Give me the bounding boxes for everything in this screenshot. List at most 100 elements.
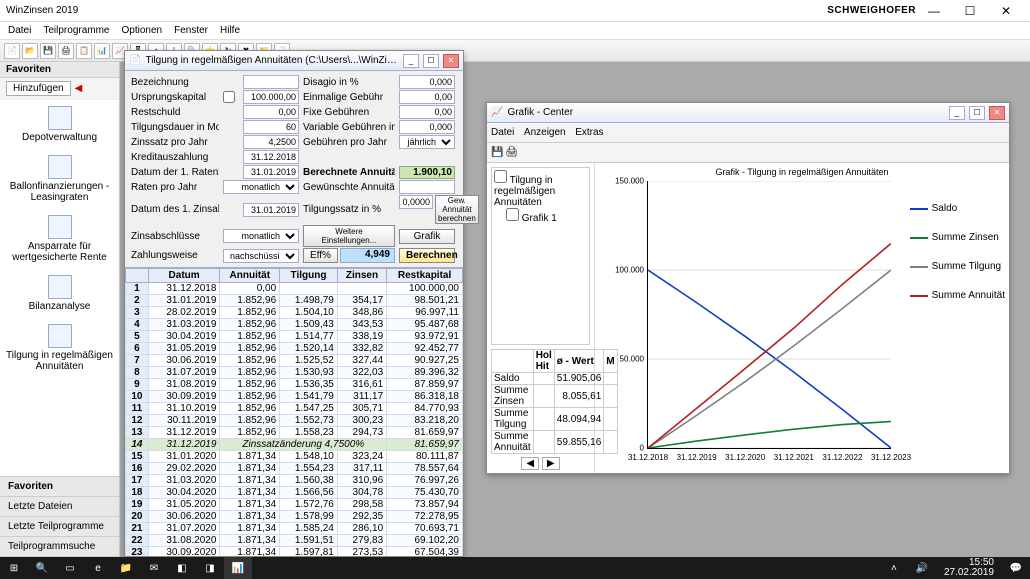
grafik-tree[interactable]: Tilgung in regelmäßigen Annuitäten Grafi…	[491, 167, 590, 345]
add-favorite-button[interactable]: Hinzufügen	[6, 81, 71, 96]
amort-row[interactable]: 328.02.20191.852,961.504,10348,8696.997,…	[126, 307, 463, 319]
tree-cb-g1[interactable]	[506, 208, 519, 221]
input-disagio[interactable]	[399, 75, 455, 89]
gtb-print-icon[interactable]: 🖨	[505, 147, 518, 158]
cb-endfallig[interactable]	[223, 91, 235, 103]
amort-row[interactable]: 730.06.20191.852,961.525,52327,4490.927,…	[126, 355, 463, 367]
amort-row[interactable]: 831.07.20191.852,961.530,93322,0389.396,…	[126, 367, 463, 379]
tb-excel-icon[interactable]: 📊	[94, 43, 110, 59]
tb-copy-icon[interactable]: 📋	[76, 43, 92, 59]
taskview-icon[interactable]: ▭	[56, 557, 84, 579]
edge-icon[interactable]: e	[84, 557, 112, 579]
grafik-button[interactable]: Grafik	[399, 229, 455, 244]
gmenu-extras[interactable]: Extras	[575, 127, 603, 138]
amort-row[interactable]: 931.08.20191.852,961.536,35316,6187.859,…	[126, 379, 463, 391]
menu-fenster[interactable]: Fenster	[174, 25, 208, 36]
app1-icon[interactable]: ◧	[168, 557, 196, 579]
start-icon[interactable]: ⊞	[0, 557, 28, 579]
amort-row[interactable]: 1030.09.20191.852,961.541,79311,1786.318…	[126, 391, 463, 403]
minimize-button[interactable]: —	[916, 4, 952, 18]
nav-letzte-dateien[interactable]: Letzte Dateien	[0, 497, 119, 517]
amort-table-wrap[interactable]: DatumAnnuitätTilgungZinsenRestkapital131…	[125, 267, 463, 556]
favorite-item[interactable]: Ansparrate für wertgesicherte Rente	[0, 209, 119, 269]
grafik-min-button[interactable]: _	[949, 106, 965, 120]
amort-row[interactable]: 1431.12.2019Zinssatzänderung 4,7500%81.6…	[126, 439, 463, 451]
winzinsen-task-icon[interactable]: 📊	[224, 557, 252, 579]
favorite-item[interactable]: Tilgung in regelmäßigen Annuitäten	[0, 318, 119, 378]
amort-row[interactable]: 2131.07.20201.871,341.585,24286,1070.693…	[126, 523, 463, 535]
input-fixe[interactable]	[399, 105, 455, 119]
input-rest[interactable]	[243, 105, 299, 119]
tb-open-icon[interactable]: 📂	[22, 43, 38, 59]
nav-favoriten[interactable]: Favoriten	[0, 477, 119, 497]
tb-save-icon[interactable]: 💾	[40, 43, 56, 59]
app2-icon[interactable]: ◨	[196, 557, 224, 579]
input-ausz[interactable]	[243, 150, 299, 164]
menu-optionen[interactable]: Optionen	[122, 25, 163, 36]
tree-cb-root[interactable]	[494, 170, 507, 183]
mail-icon[interactable]: ✉	[140, 557, 168, 579]
favorite-item[interactable]: Ballonfinanzierungen - Leasingraten	[0, 149, 119, 209]
scroll-right-icon[interactable]: ▶	[542, 457, 560, 470]
tilgung-titlebar[interactable]: 📄 Tilgung in regelmäßigen Annuitäten (C:…	[125, 51, 463, 71]
amort-row[interactable]: 1230.11.20191.852,961.552,73300,2383.218…	[126, 415, 463, 427]
maximize-button[interactable]: ☐	[952, 4, 988, 18]
amort-row[interactable]: 631.05.20191.852,961.520,14332,8292.452,…	[126, 343, 463, 355]
volume-icon[interactable]: 🔊	[908, 557, 936, 579]
close-button[interactable]: ✕	[988, 4, 1024, 18]
tb-new-icon[interactable]: 📄	[4, 43, 20, 59]
input-dauer[interactable]	[243, 120, 299, 134]
eff-button[interactable]: Eff%	[303, 248, 338, 263]
berechnen-button[interactable]: Berechnen	[399, 248, 455, 263]
menu-hilfe[interactable]: Hilfe	[220, 25, 240, 36]
amort-row[interactable]: 131.12.20180,00100.000,00	[126, 283, 463, 295]
favorite-item[interactable]: Depotverwaltung	[0, 100, 119, 149]
input-einmal[interactable]	[399, 90, 455, 104]
amort-row[interactable]: 1531.01.20201.871,341.548,10323,2480.111…	[126, 451, 463, 463]
gtb-save-icon[interactable]: 💾	[491, 147, 503, 158]
tilgung-close-button[interactable]: ✕	[443, 54, 459, 68]
tray-up-icon[interactable]: ˄	[880, 557, 908, 579]
amort-row[interactable]: 1830.04.20201.871,341.566,56304,7875.430…	[126, 487, 463, 499]
amort-row[interactable]: 231.01.20191.852,961.498,79354,1798.501,…	[126, 295, 463, 307]
select-zahl[interactable]: nachschüssig	[223, 249, 299, 263]
weitere-button[interactable]: Weitere Einstellungen...	[303, 225, 395, 247]
input-erste[interactable]	[243, 165, 299, 179]
clock[interactable]: 15:5027.02.2019	[936, 558, 1002, 578]
amort-row[interactable]: 2231.08.20201.871,341.591,51279,8369.102…	[126, 535, 463, 547]
menu-datei[interactable]: Datei	[8, 25, 31, 36]
scroll-left-icon[interactable]: ◀	[521, 457, 539, 470]
grafik-close-button[interactable]: ✕	[989, 106, 1005, 120]
input-zins[interactable]	[243, 135, 299, 149]
nav-letzte-teilprogramme[interactable]: Letzte Teilprogramme	[0, 517, 119, 537]
nav-teilprogrammsuche[interactable]: Teilprogrammsuche	[0, 537, 119, 557]
amort-row[interactable]: 431.03.20191.852,961.509,43343,5395.487,…	[126, 319, 463, 331]
tb-print-icon[interactable]: 🖨	[58, 43, 74, 59]
amort-row[interactable]: 1931.05.20201.871,341.572,76298,5873.857…	[126, 499, 463, 511]
input-varg[interactable]	[399, 120, 455, 134]
tilgung-min-button[interactable]: _	[403, 54, 419, 68]
grafik-titlebar[interactable]: 📈 Grafik - Center _ ☐ ✕	[487, 103, 1009, 123]
search-icon[interactable]: 🔍	[28, 557, 56, 579]
amort-row[interactable]: 2030.06.20201.871,341.578,99292,3572.278…	[126, 511, 463, 523]
amort-row[interactable]: 1731.03.20201.871,341.560,38310,9676.997…	[126, 475, 463, 487]
amort-row[interactable]: 1629.02.20201.871,341.554,23317,1178.557…	[126, 463, 463, 475]
menu-teilprogramme[interactable]: Teilprogramme	[43, 25, 109, 36]
select-raten[interactable]: monatlich	[223, 180, 299, 194]
select-zinsab[interactable]: monatlich	[223, 229, 299, 243]
input-zinsabdat[interactable]	[243, 203, 299, 217]
explorer-icon[interactable]: 📁	[112, 557, 140, 579]
select-gebpj[interactable]: jährlich	[399, 135, 455, 149]
amort-row[interactable]: 2330.09.20201.871,341.597,81273,5367.504…	[126, 547, 463, 557]
favorite-item[interactable]: Bilanzanalyse	[0, 269, 119, 318]
gew-ann-button[interactable]: Gew. Annuität berechnen	[435, 195, 479, 224]
amort-row[interactable]: 530.04.20191.852,961.514,77338,1993.972,…	[126, 331, 463, 343]
tilgung-max-button[interactable]: ☐	[423, 54, 439, 68]
amort-row[interactable]: 1331.12.20191.852,961.558,23294,7381.659…	[126, 427, 463, 439]
notifications-icon[interactable]: 💬	[1002, 557, 1030, 579]
amort-row[interactable]: 1131.10.20191.852,961.547,25305,7184.770…	[126, 403, 463, 415]
grafik-max-button[interactable]: ☐	[969, 106, 985, 120]
input-bez[interactable]	[243, 75, 299, 89]
arrow-left-icon[interactable]: ◀	[75, 83, 83, 94]
gmenu-anzeigen[interactable]: Anzeigen	[524, 127, 566, 138]
